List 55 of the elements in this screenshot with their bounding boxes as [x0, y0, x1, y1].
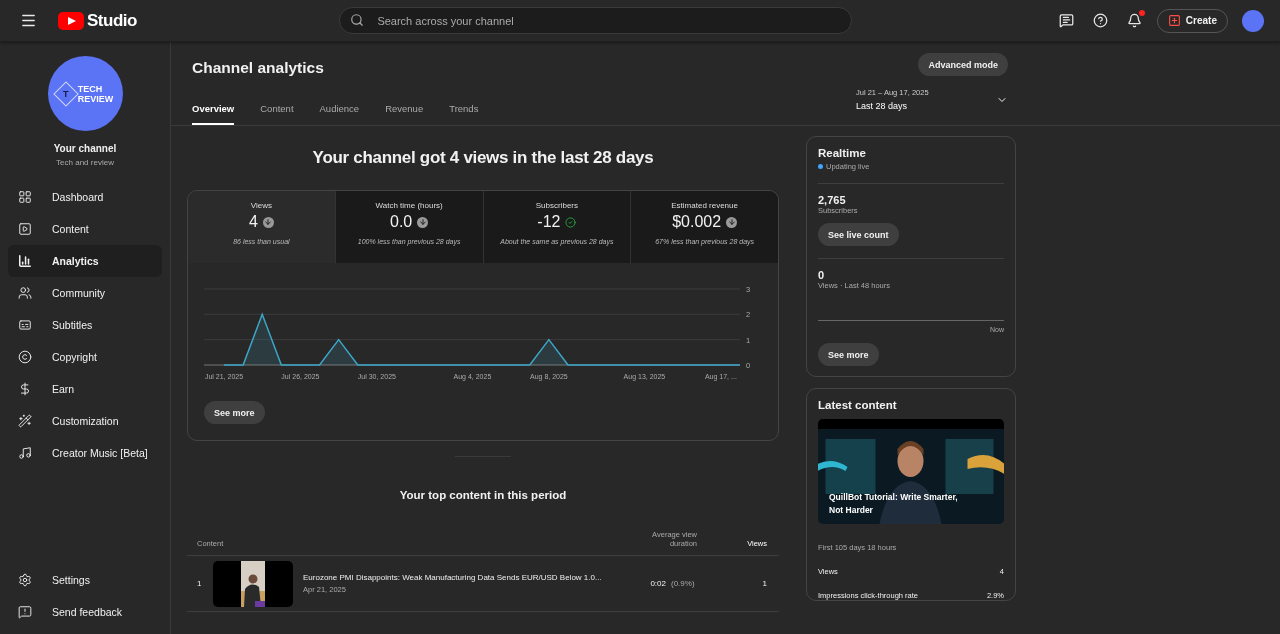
view-count: 1	[761, 579, 767, 588]
search-field[interactable]: Search across your channel	[339, 7, 853, 34]
headline: Your channel got 4 views in the last 28 days	[311, 148, 655, 168]
magic-wand-icon	[18, 414, 32, 428]
sidebar-item[interactable]: Dashboard	[8, 181, 162, 213]
channel-subtitle: Tech and review	[55, 158, 115, 167]
logo-text: Studio	[87, 10, 137, 31]
check-circle-icon	[565, 216, 577, 228]
advanced-mode-button[interactable]: Advanced mode	[918, 53, 1008, 76]
captions-icon	[18, 318, 32, 332]
video-icon	[18, 222, 32, 236]
duration-percent: (0.9%)	[671, 579, 696, 588]
tab[interactable]: Trends	[449, 103, 479, 125]
people-icon	[18, 286, 32, 300]
sidebar-item[interactable]: Send feedback	[8, 596, 162, 628]
settings-icon	[18, 573, 32, 587]
channel-title: Your channel	[52, 143, 118, 154]
page-title: Channel analytics	[192, 59, 325, 77]
sidebar-item[interactable]: Customization	[8, 405, 162, 437]
see-more-button[interactable]: See more	[818, 343, 879, 366]
card-title: Latest content	[818, 399, 898, 411]
play-logo-icon	[58, 11, 84, 30]
sidebar-item[interactable]: Subtitles	[8, 309, 162, 341]
see-live-count-button[interactable]: See live count	[818, 223, 899, 246]
average-duration: 0:02	[649, 579, 666, 588]
subscriber-count: 2,765	[818, 194, 847, 206]
live-dot-icon	[818, 164, 823, 169]
channel-avatar[interactable]: T TECH REVIEW	[47, 56, 123, 131]
sidebar-item[interactable]: Analytics	[8, 245, 162, 277]
video-title[interactable]: QuillBot Tutorial: Write Smarter, Not Harder	[829, 491, 974, 517]
sidebar-item[interactable]: Community	[8, 277, 162, 309]
see-more-button[interactable]: See more	[204, 401, 265, 424]
video-title[interactable]: Eurozone PMI Disappoints: Weak Manufacturing Data Sends EUR/USD Below 1.0...	[303, 573, 610, 582]
plus-square-icon	[1167, 14, 1181, 27]
search-icon	[350, 13, 365, 27]
tab[interactable]: Content	[260, 103, 294, 125]
feedback-icon	[18, 605, 32, 619]
tab[interactable]: Overview	[192, 103, 235, 125]
dollar-icon	[18, 382, 32, 396]
section-title: Your top content in this period	[398, 489, 568, 501]
grid-icon	[18, 190, 32, 204]
tab[interactable]: Revenue	[385, 103, 424, 125]
copyright-icon	[18, 350, 32, 364]
music-icon	[18, 446, 32, 460]
bar-chart-icon	[18, 254, 32, 268]
sidebar-item[interactable]: Earn	[8, 373, 162, 405]
views-count: 0	[818, 269, 826, 281]
card-title: Realtime	[818, 147, 867, 159]
sidebar-item[interactable]: Settings	[8, 564, 162, 596]
sidebar-item[interactable]: Creator Music [Beta]	[8, 437, 162, 469]
sidebar-item[interactable]: Copyright	[8, 341, 162, 373]
account-avatar[interactable]	[1242, 9, 1264, 32]
sidebar-item[interactable]: Content	[8, 213, 162, 245]
tab[interactable]: Audience	[319, 103, 360, 125]
rank-number: 1	[197, 579, 203, 588]
